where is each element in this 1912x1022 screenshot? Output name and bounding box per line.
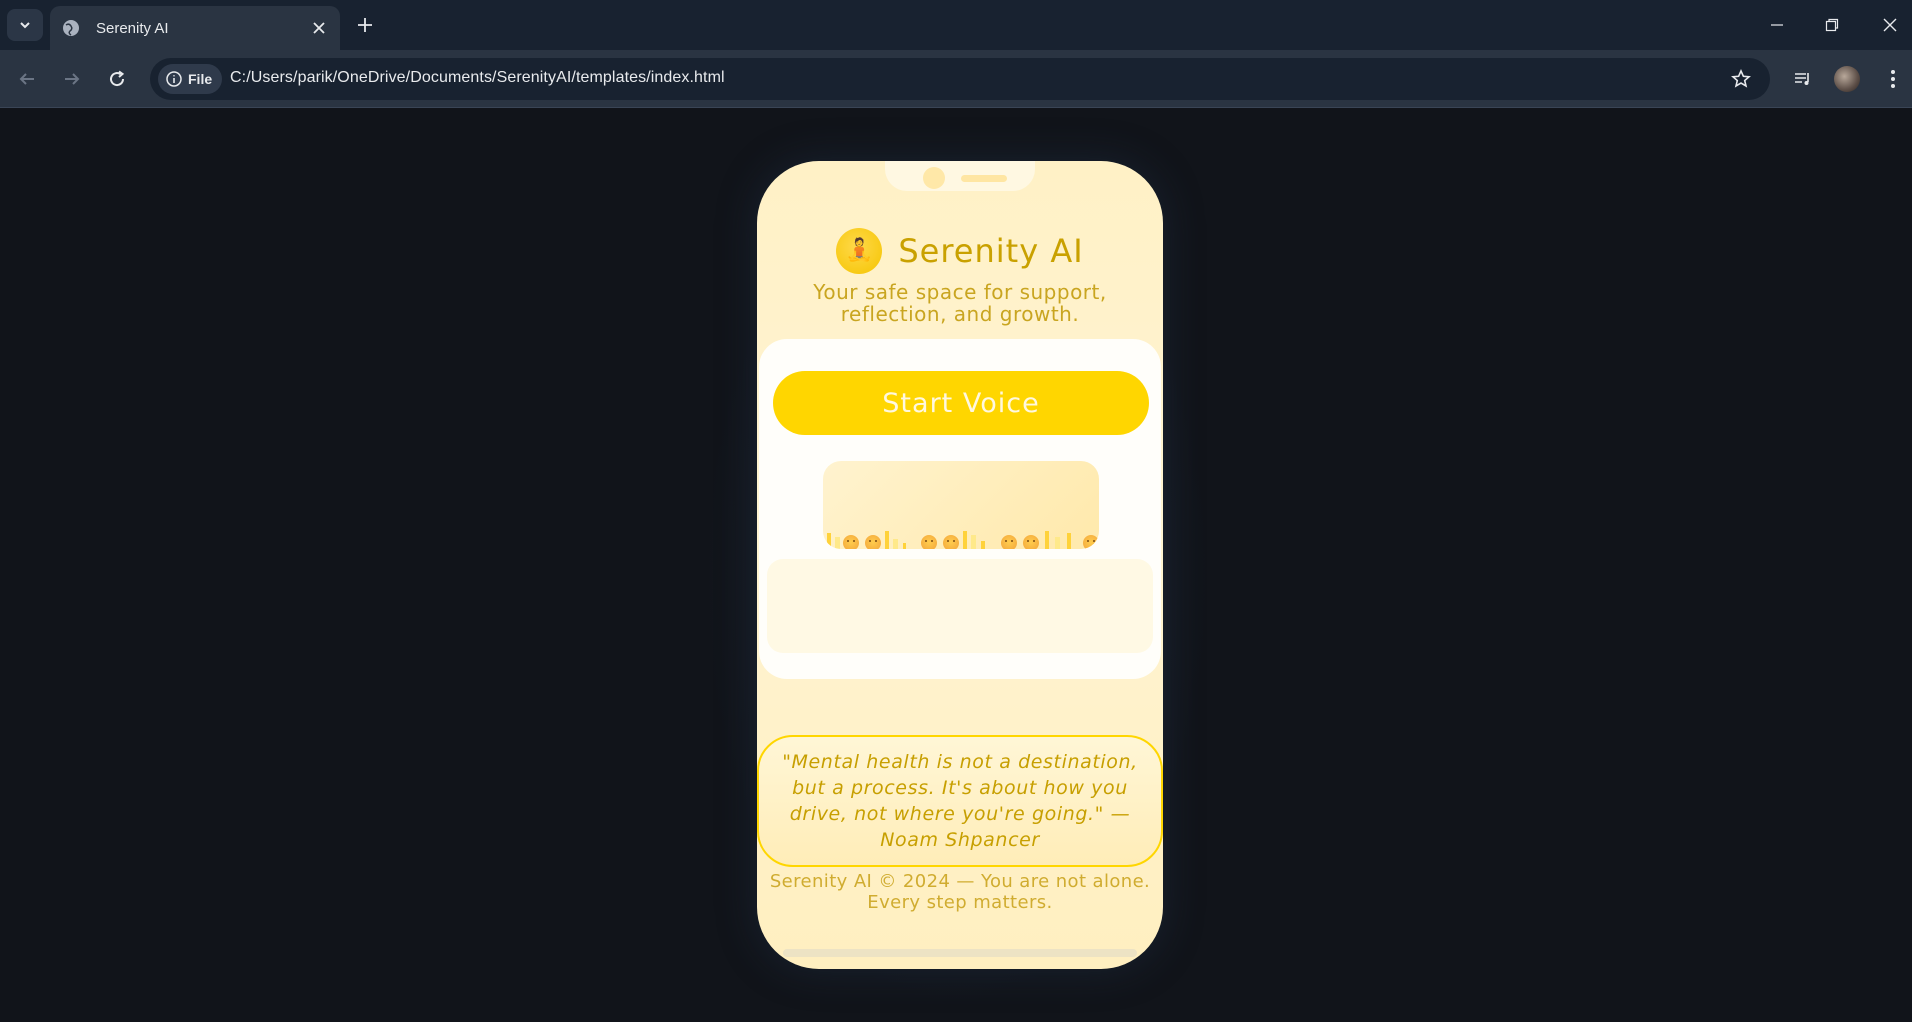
response-area	[767, 559, 1153, 653]
smile-emoji-icon	[1083, 535, 1099, 549]
active-tab[interactable]: Serenity AI	[50, 6, 340, 50]
address-bar[interactable]: File C:/Users/parik/OneDrive/Documents/S…	[150, 58, 1770, 100]
smile-emoji-icon	[1023, 535, 1039, 549]
start-voice-button[interactable]: Start Voice	[773, 371, 1149, 435]
logo-emoji: 🧘	[845, 238, 874, 263]
voice-card: Start Voice	[759, 339, 1161, 679]
plus-icon	[358, 18, 372, 32]
info-icon	[166, 71, 182, 87]
voice-visualizer	[823, 461, 1099, 549]
quote-box: "Mental health is not a destination, but…	[757, 735, 1163, 867]
visualizer-bar	[963, 531, 967, 549]
forward-button[interactable]	[58, 65, 86, 93]
tab-strip: Serenity AI	[0, 0, 1912, 50]
restore-icon	[1825, 18, 1839, 32]
visualizer-bar	[1055, 537, 1060, 549]
meditation-logo-icon: 🧘	[836, 228, 883, 274]
chevron-down-icon	[20, 22, 30, 29]
visualizer-bar	[1067, 533, 1071, 549]
close-window-button[interactable]	[1877, 12, 1903, 38]
quote-text: "Mental health is not a destination, but…	[782, 751, 1138, 851]
camera-icon	[923, 167, 945, 189]
browser-toolbar: File C:/Users/parik/OneDrive/Documents/S…	[0, 50, 1912, 108]
arrow-left-icon	[19, 73, 34, 85]
app-tagline: Your safe space for support, reflection,…	[813, 280, 1107, 326]
smile-emoji-icon	[943, 535, 959, 549]
close-icon	[1883, 18, 1897, 32]
smile-emoji-icon	[1001, 535, 1017, 549]
visualizer-bar	[893, 539, 898, 549]
site-chip-label: File	[188, 71, 213, 87]
app-header: 🧘 Serenity AI	[757, 228, 1163, 274]
home-indicator	[783, 949, 1137, 957]
visualizer-bar	[981, 541, 985, 549]
profile-avatar[interactable]	[1834, 66, 1860, 92]
smile-emoji-icon	[865, 535, 881, 549]
phone-notch	[885, 161, 1035, 191]
restore-button[interactable]	[1819, 12, 1845, 38]
tab-title: Serenity AI	[96, 19, 169, 37]
arrow-right-icon	[65, 73, 80, 85]
app-footer: Serenity AI © 2024 — You are not alone. …	[769, 871, 1151, 913]
visualizer-bar	[1045, 531, 1049, 549]
media-control-icon[interactable]	[1789, 65, 1817, 93]
url-text[interactable]: C:/Users/parik/OneDrive/Documents/Sereni…	[230, 69, 725, 87]
reload-icon	[110, 70, 125, 87]
page-viewport: 🧘 Serenity AI Your safe space for suppor…	[0, 108, 1912, 1022]
reload-button[interactable]	[103, 65, 131, 93]
visualizer-bar	[971, 535, 976, 549]
phone-frame: 🧘 Serenity AI Your safe space for suppor…	[757, 161, 1163, 969]
more-menu-icon[interactable]	[1879, 65, 1907, 93]
smile-emoji-icon	[843, 535, 859, 549]
back-button[interactable]	[13, 65, 41, 93]
visualizer-bar	[885, 531, 889, 549]
visualizer-bar	[835, 537, 840, 549]
speaker-grille	[961, 175, 1007, 182]
new-tab-button[interactable]	[354, 14, 376, 36]
minimize-button[interactable]	[1764, 12, 1790, 38]
bookmark-star-icon[interactable]	[1730, 68, 1752, 90]
smile-emoji-icon	[921, 535, 937, 549]
site-info-chip[interactable]: File	[158, 64, 223, 94]
globe-icon	[62, 19, 80, 37]
visualizer-bar	[903, 543, 906, 549]
minimize-icon	[1771, 24, 1783, 26]
visualizer-bar	[827, 533, 831, 549]
app-title: Serenity AI	[898, 232, 1084, 270]
close-tab-icon[interactable]	[310, 19, 328, 37]
tab-search-button[interactable]	[7, 9, 43, 41]
